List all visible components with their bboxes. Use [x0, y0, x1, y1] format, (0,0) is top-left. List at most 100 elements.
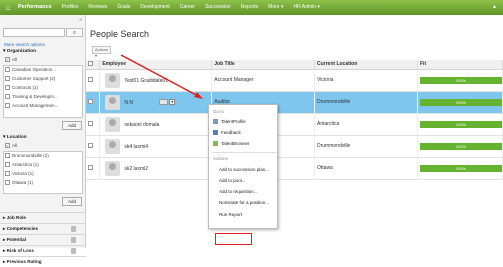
column-header-fit[interactable]: Fit: [417, 60, 503, 70]
user-menu-icon[interactable]: ▴: [493, 4, 499, 10]
row-checkbox-cell[interactable]: [86, 113, 101, 136]
checkbox[interactable]: [5, 94, 10, 99]
column-header-employee[interactable]: Employee: [99, 60, 213, 70]
menu-item-nominate-for-position[interactable]: Nominate for a position...: [219, 200, 269, 205]
nav-succession[interactable]: Succession: [200, 0, 236, 15]
checkbox[interactable]: [5, 171, 10, 176]
nav-more-label: More: [268, 4, 280, 10]
loc-filter-all[interactable]: ✓ All: [5, 143, 17, 148]
results-table: Employee Job Title Current Location Fit …: [86, 60, 503, 180]
profile-card-icon[interactable]: [159, 99, 169, 105]
add-location-button[interactable]: Add: [62, 197, 82, 206]
org-filter-item[interactable]: Training & Developm...: [5, 94, 58, 99]
org-filter-item[interactable]: Customer Support (2): [5, 76, 55, 81]
nav-performance[interactable]: Performance: [16, 0, 57, 15]
table-row[interactable]: sk4 laxmi4 Drummondville 100%: [86, 135, 503, 158]
fit-bar: 100%: [420, 120, 502, 128]
row-checkbox[interactable]: [88, 98, 93, 104]
nav-reviews[interactable]: Reviews: [83, 0, 112, 15]
search-input[interactable]: [3, 28, 65, 37]
select-all-checkbox[interactable]: [88, 60, 93, 66]
employee-name[interactable]: sekaoni domala: [124, 121, 159, 127]
risk-of-loss-section[interactable]: ▸ Risk of Loss: [0, 245, 86, 256]
table-row[interactable]: sekaoni domala Antarctica 100%: [86, 113, 503, 136]
checkbox[interactable]: [5, 180, 10, 185]
column-header-location[interactable]: Current Location: [314, 60, 418, 70]
nav-profiles[interactable]: Profiles: [57, 0, 84, 15]
row-menu-arrow-icon[interactable]: ▾: [169, 99, 176, 105]
talent-browser-icon: [213, 141, 218, 147]
potential-section[interactable]: ▸ Potential: [0, 234, 86, 245]
nav-goals[interactable]: Goals: [112, 0, 135, 15]
nav-hr-admin[interactable]: HR Admin ▾: [288, 0, 324, 15]
row-checkbox[interactable]: [88, 120, 93, 126]
competencies-section[interactable]: ▸ Competencies: [0, 223, 86, 234]
table-row[interactable]: sk2 laxmi2 Ottawa 100%: [86, 157, 503, 180]
org-filter-label: Customer Support (2): [12, 76, 56, 81]
location-section-header[interactable]: ▾ Location: [0, 135, 86, 140]
org-filter-all[interactable]: ✓ All: [5, 57, 17, 62]
loc-filter-item[interactable]: Victoria (1): [5, 171, 34, 176]
location-cell: Victoria: [314, 69, 418, 92]
employee-name[interactable]: sk2 laxmi2: [124, 165, 148, 171]
employee-cell[interactable]: sk2 laxmi2: [99, 157, 213, 180]
search-button[interactable]: ⌕: [66, 28, 83, 37]
org-filter-item[interactable]: Canadian Operation...: [5, 67, 56, 72]
checkbox[interactable]: [5, 76, 10, 81]
checkbox[interactable]: [5, 85, 10, 90]
menu-item-add-to-requisition[interactable]: Add to requisition...: [219, 189, 258, 194]
row-checkbox-cell[interactable]: [86, 91, 101, 114]
nav-more[interactable]: More ▾: [263, 0, 288, 15]
menu-item-run-report[interactable]: Run Report: [219, 212, 242, 217]
row-checkbox[interactable]: [88, 76, 93, 82]
previous-rating-section[interactable]: ▸ Previous Rating: [0, 256, 86, 267]
checkbox[interactable]: ✓: [5, 57, 10, 62]
select-all-header[interactable]: [86, 60, 101, 70]
table-row[interactable]: Test01 Gradidate01 Account Manager Victo…: [86, 69, 503, 92]
nav-reports[interactable]: Reports: [236, 0, 264, 15]
checkbox[interactable]: [5, 162, 10, 167]
menu-item-add-to-succession-plan[interactable]: Add to succession plan...: [219, 167, 269, 172]
menu-item-label: TalentBrowser: [221, 141, 250, 146]
employee-name[interactable]: sk4 laxmi4: [124, 143, 148, 149]
column-header-job-title[interactable]: Job Title: [211, 60, 315, 70]
loc-filter-item[interactable]: Antarctica (1): [5, 162, 39, 167]
menu-item-add-to-pool[interactable]: Add to pool...: [219, 178, 246, 183]
org-filter-item[interactable]: Account Managemen...: [5, 103, 58, 108]
menu-item-talent-profile[interactable]: TalentProfile: [213, 119, 246, 125]
row-checkbox-cell[interactable]: [86, 157, 101, 180]
checkbox[interactable]: [5, 103, 10, 108]
org-filter-item[interactable]: Contracts (1): [5, 85, 38, 90]
employee-cell[interactable]: Test01 Gradidate01: [99, 69, 213, 92]
home-icon[interactable]: ⌂: [0, 0, 16, 15]
add-organization-button[interactable]: Add: [62, 121, 82, 130]
loc-filter-item[interactable]: Drummondville (2): [5, 153, 49, 158]
employee-name[interactable]: N N: [124, 99, 133, 105]
row-checkbox-cell[interactable]: [86, 135, 101, 158]
menu-item-talent-browser[interactable]: TalentBrowser: [213, 141, 250, 147]
employee-cell[interactable]: N N ▾: [99, 91, 213, 114]
row-checkbox[interactable]: [88, 164, 93, 170]
nav-development[interactable]: Development: [135, 0, 174, 15]
loc-filter-item[interactable]: Ottawa (1): [5, 180, 33, 185]
organization-section-header[interactable]: ▾ Organization: [0, 49, 86, 54]
checkbox[interactable]: [5, 67, 10, 72]
checkbox[interactable]: [5, 153, 10, 158]
table-row[interactable]: N N ▾ Auditor Drummondville 100%: [86, 91, 503, 114]
org-filter-label: Contracts (1): [12, 85, 39, 90]
row-checkbox[interactable]: [88, 142, 93, 148]
location-label: Location: [6, 135, 27, 140]
row-checkbox-cell[interactable]: [86, 69, 101, 92]
collapse-sidebar-icon[interactable]: «: [79, 17, 82, 23]
checkbox[interactable]: ✓: [5, 143, 10, 148]
row-context-menu: Go to TalentProfile Feedback TalentBrows…: [208, 104, 278, 229]
employee-cell[interactable]: sekaoni domala: [99, 113, 213, 136]
menu-item-feedback[interactable]: Feedback: [213, 130, 241, 136]
employee-name[interactable]: Test01 Gradidate01: [124, 77, 168, 83]
employee-cell[interactable]: sk4 laxmi4: [99, 135, 213, 158]
job-role-section[interactable]: ▸ Job Role: [0, 212, 86, 223]
more-search-options-link[interactable]: More search options: [4, 42, 45, 47]
actions-dropdown[interactable]: Actions ▾: [92, 46, 111, 58]
fit-bar: 100%: [420, 142, 502, 150]
nav-career[interactable]: Career: [175, 0, 200, 15]
